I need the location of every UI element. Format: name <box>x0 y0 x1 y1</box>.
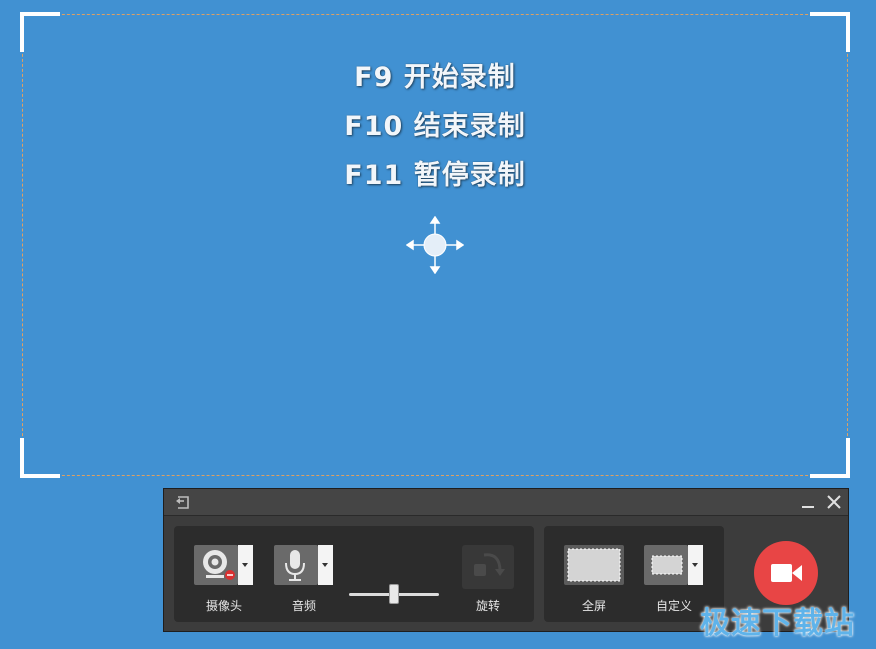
resize-handle-top-right[interactable] <box>810 12 850 52</box>
toolbar-titlebar[interactable] <box>164 489 848 516</box>
move-arrows-icon[interactable] <box>405 215 465 275</box>
input-panel: 摄像头 音频 旋转 <box>174 526 534 622</box>
custom-dropdown[interactable] <box>688 545 703 585</box>
camera-label: 摄像头 <box>205 599 242 613</box>
volume-slider-thumb[interactable] <box>389 584 399 604</box>
audio-dropdown[interactable] <box>318 545 333 585</box>
watermark-text: 极速下载站 <box>700 606 855 641</box>
hotkey-stop: F10 结束录制 <box>344 111 526 142</box>
camera-dropdown[interactable] <box>238 545 253 585</box>
webcam-icon[interactable] <box>194 545 238 585</box>
fullscreen-label: 全屏 <box>581 599 606 613</box>
hotkey-pause: F11 暂停录制 <box>344 160 526 191</box>
hotkey-start: F9 开始录制 <box>354 62 516 93</box>
area-panel: 全屏 自定义 <box>544 526 724 622</box>
record-button[interactable] <box>754 541 818 605</box>
resize-handle-bottom-right[interactable] <box>810 438 850 478</box>
back-icon[interactable] <box>174 493 192 511</box>
rotate-icon[interactable] <box>462 545 514 589</box>
minimize-icon[interactable] <box>800 494 816 510</box>
video-camera-icon <box>771 564 802 582</box>
custom-area-icon[interactable] <box>644 545 688 585</box>
rotate-label: 旋转 <box>475 599 500 613</box>
resize-handle-top-left[interactable] <box>20 12 60 52</box>
audio-label: 音频 <box>291 599 316 613</box>
hotkey-hints: F9 开始录制 F10 结束录制 F11 暂停录制 <box>23 53 847 200</box>
close-icon[interactable] <box>826 494 842 510</box>
microphone-icon[interactable] <box>274 545 318 585</box>
fullscreen-icon[interactable] <box>564 545 624 585</box>
resize-handle-bottom-left[interactable] <box>20 438 60 478</box>
